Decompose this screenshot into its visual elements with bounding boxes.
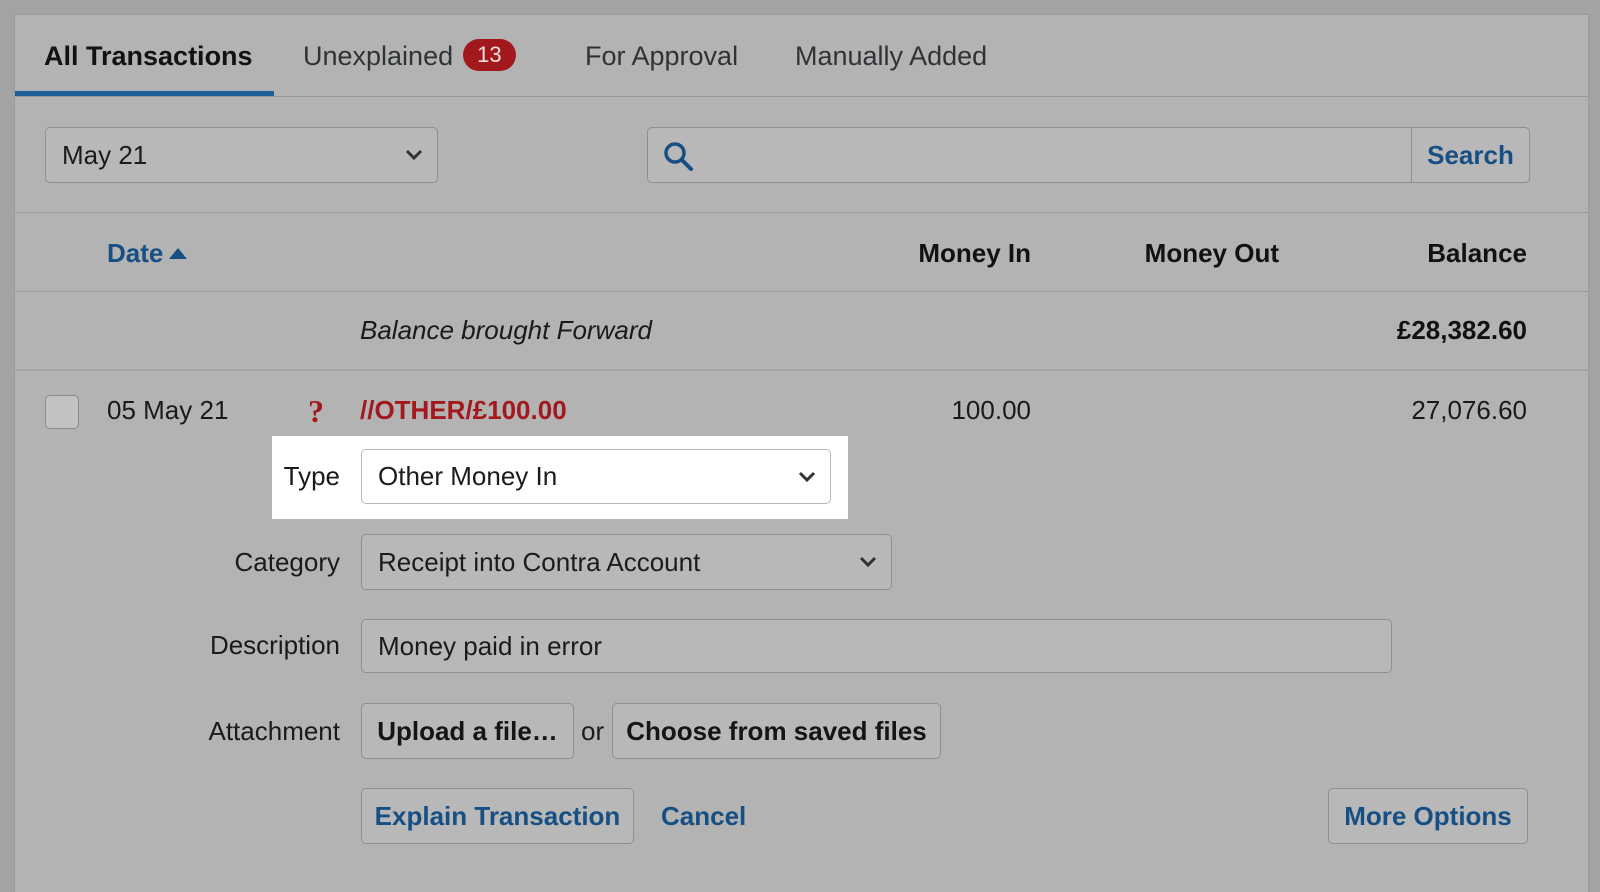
category-select[interactable]: Receipt into Contra Account bbox=[361, 534, 892, 590]
tab-unexplained[interactable]: Unexplained 13 bbox=[303, 15, 516, 97]
tab-all-transactions-label: All Transactions bbox=[44, 41, 253, 71]
type-label: Type bbox=[283, 461, 340, 491]
category-label: Category bbox=[234, 547, 341, 577]
balance-forward-label: Balance brought Forward bbox=[360, 315, 652, 345]
search-box: Search bbox=[647, 127, 1530, 183]
tab-for-approval-label: For Approval bbox=[585, 41, 739, 71]
column-header-money-out: Money Out bbox=[1144, 238, 1279, 268]
chevron-down-icon bbox=[859, 556, 877, 568]
transaction-balance: 27,076.60 bbox=[1411, 395, 1527, 425]
transaction-money-in: 100.00 bbox=[951, 395, 1031, 425]
more-options-button[interactable]: More Options bbox=[1328, 788, 1528, 844]
search-button[interactable]: Search bbox=[1411, 128, 1529, 182]
transactions-panel: All Transactions Unexplained 13 For Appro… bbox=[14, 14, 1589, 892]
choose-saved-files-button[interactable]: Choose from saved files bbox=[612, 703, 941, 759]
transaction-description[interactable]: //OTHER/£100.00 bbox=[360, 392, 567, 428]
attachment-label: Attachment bbox=[208, 716, 340, 746]
transaction-checkbox[interactable] bbox=[45, 395, 79, 429]
transaction-date: 05 May 21 bbox=[107, 395, 229, 425]
divider bbox=[15, 369, 1588, 371]
upload-file-button[interactable]: Upload a file… bbox=[361, 703, 574, 759]
unexplained-count-badge: 13 bbox=[463, 38, 516, 71]
balance-forward-amount: £28,382.60 bbox=[1396, 315, 1527, 345]
column-header-balance: Balance bbox=[1427, 238, 1527, 268]
chevron-down-icon bbox=[405, 149, 423, 161]
period-select[interactable]: May 21 bbox=[45, 127, 438, 183]
column-header-money-in: Money In bbox=[918, 238, 1031, 268]
description-input[interactable]: Money paid in error bbox=[361, 619, 1392, 673]
period-select-value: May 21 bbox=[62, 140, 148, 170]
tab-unexplained-label: Unexplained bbox=[303, 41, 454, 71]
column-header-date-label: Date bbox=[107, 238, 164, 268]
divider bbox=[15, 291, 1588, 292]
tab-bar: All Transactions Unexplained 13 For Appro… bbox=[15, 15, 1588, 97]
tab-manually-added-label: Manually Added bbox=[795, 41, 988, 71]
cancel-link[interactable]: Cancel bbox=[661, 798, 746, 834]
active-tab-indicator bbox=[15, 91, 274, 96]
unexplained-question-icon: ? bbox=[308, 393, 324, 429]
search-icon bbox=[664, 142, 693, 171]
divider bbox=[15, 212, 1588, 213]
type-select[interactable]: Other Money In bbox=[361, 449, 831, 504]
category-select-value: Receipt into Contra Account bbox=[378, 547, 701, 577]
tab-manually-added[interactable]: Manually Added bbox=[795, 15, 987, 97]
tab-all-transactions[interactable]: All Transactions bbox=[44, 15, 253, 97]
column-header-date[interactable]: Date bbox=[107, 235, 188, 271]
type-select-value: Other Money In bbox=[378, 461, 558, 491]
chevron-down-icon bbox=[798, 471, 816, 482]
search-input[interactable] bbox=[706, 128, 1406, 182]
explain-transaction-button[interactable]: Explain Transaction bbox=[361, 788, 634, 844]
tab-for-approval[interactable]: For Approval bbox=[585, 15, 738, 97]
or-text: or bbox=[581, 716, 605, 746]
description-label: Description bbox=[209, 630, 340, 660]
sort-ascending-icon bbox=[169, 248, 188, 259]
